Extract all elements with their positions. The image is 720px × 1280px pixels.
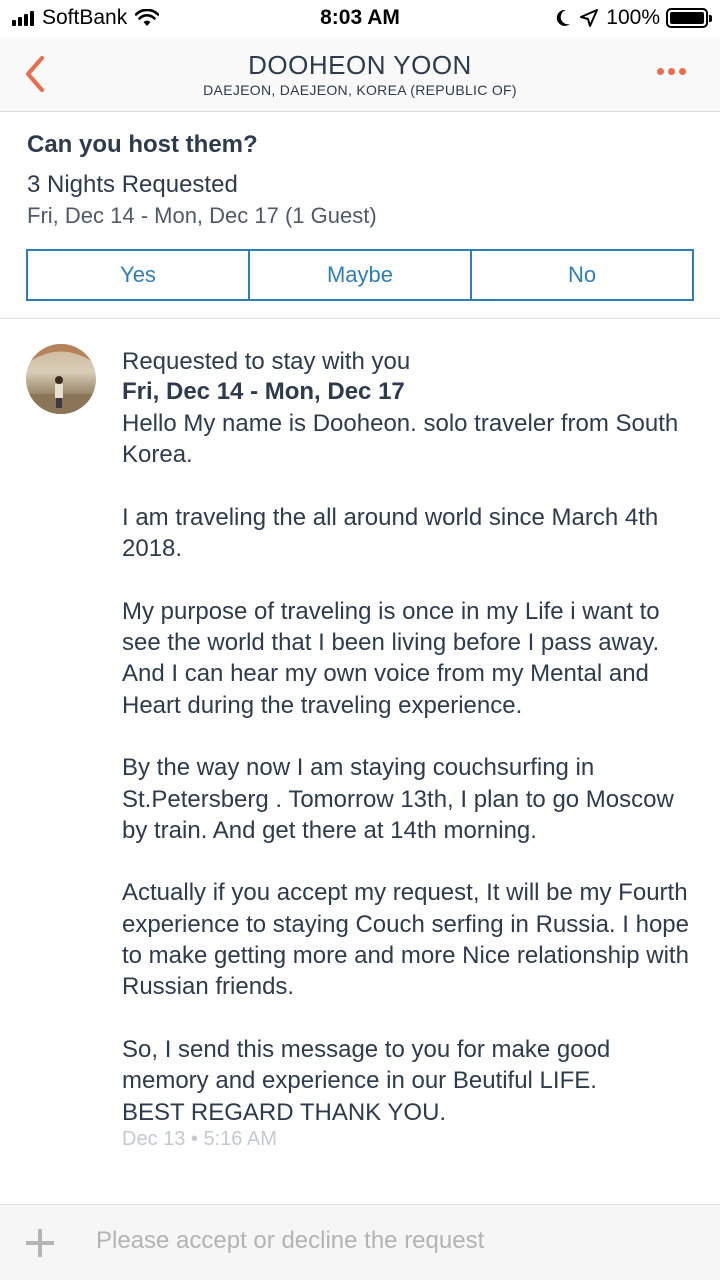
message-title: Requested to stay with you <box>122 348 411 375</box>
yes-button[interactable]: Yes <box>28 251 248 299</box>
moon-icon <box>557 9 571 26</box>
message-body: Hello My name is Dooheon. solo traveler … <box>122 410 689 1126</box>
page-subtitle: DAEJEON, DAEJEON, KOREA (REPUBLIC OF) <box>203 82 517 98</box>
battery-icon <box>666 8 712 28</box>
location-arrow-icon <box>580 9 599 27</box>
request-dates: Fri, Dec 14 - Mon, Dec 17 (1 Guest) <box>27 203 377 228</box>
page-title: DOOHEON YOON <box>248 50 472 80</box>
more-dot-icon <box>679 68 686 75</box>
message-composer <box>0 1204 720 1280</box>
message-dates: Fri, Dec 14 - Mon, Dec 17 <box>122 378 405 405</box>
more-dot-icon <box>668 68 675 75</box>
response-button-group: Yes Maybe No <box>26 249 694 301</box>
status-right: 100% <box>554 6 712 30</box>
header: DOOHEON YOON DAEJEON, DAEJEON, KOREA (RE… <box>0 38 720 112</box>
host-request-card: Can you host them? 3 Nights Requested Fr… <box>0 113 720 319</box>
plus-icon[interactable] <box>26 1229 54 1257</box>
message-timestamp: Dec 13 • 5:16 AM <box>122 1128 277 1150</box>
maybe-button[interactable]: Maybe <box>248 251 470 299</box>
host-question: Can you host them? <box>27 131 258 158</box>
more-options-button[interactable] <box>653 68 686 75</box>
no-button[interactable]: No <box>470 251 692 299</box>
nights-requested: 3 Nights Requested <box>27 171 238 198</box>
more-dot-icon <box>657 68 664 75</box>
status-bar: SoftBank 8:03 AM 100% <box>0 0 720 38</box>
avatar[interactable] <box>26 344 96 414</box>
battery-percent: 100% <box>606 6 660 29</box>
avatar-photo-icon <box>26 344 96 414</box>
message-input[interactable] <box>96 1227 696 1255</box>
